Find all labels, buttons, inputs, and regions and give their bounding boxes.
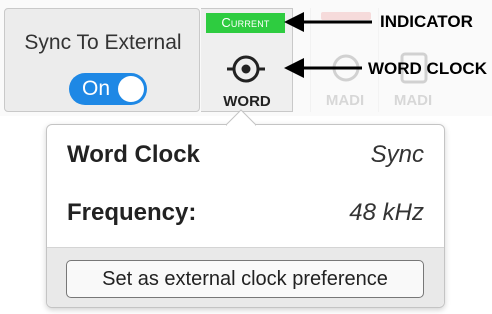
indicator-annotation: INDICATOR [380, 12, 473, 31]
toggle-state-label: On [82, 77, 111, 100]
sync-to-external-label: Sync To External [24, 31, 182, 54]
word-clock-label: WORD [223, 93, 271, 110]
popover-footer: Set as external clock preference [47, 247, 444, 307]
frequency-value: 48 kHz [349, 199, 424, 226]
word-clock-key: Word Clock [67, 141, 200, 168]
current-indicator-badge: Current [206, 13, 285, 33]
indicator-arrow-icon [284, 12, 372, 32]
word-clock-arrow-icon [284, 58, 362, 78]
word-clock-annotation: WORD CLOCK [368, 59, 487, 78]
madi-label: MADI [393, 92, 433, 109]
word-clock-popover: Word Clock Sync Frequency: 48 kHz Set as… [46, 124, 445, 308]
sync-to-external-panel: Sync To External On [4, 8, 200, 112]
sync-to-external-toggle[interactable]: On [69, 73, 147, 105]
frequency-key: Frequency: [67, 199, 197, 226]
popover-arrow [226, 109, 256, 126]
set-external-clock-preference-button[interactable]: Set as external clock preference [66, 260, 424, 298]
toggle-knob [118, 76, 144, 102]
madi-label: MADI [325, 92, 365, 109]
target-icon [227, 55, 265, 83]
word-clock-source-button[interactable]: Current WORD [201, 8, 293, 112]
frequency-row: Frequency: 48 kHz [67, 199, 424, 229]
word-clock-status-row: Word Clock Sync [67, 141, 424, 171]
word-clock-status-value: Sync [370, 141, 424, 168]
